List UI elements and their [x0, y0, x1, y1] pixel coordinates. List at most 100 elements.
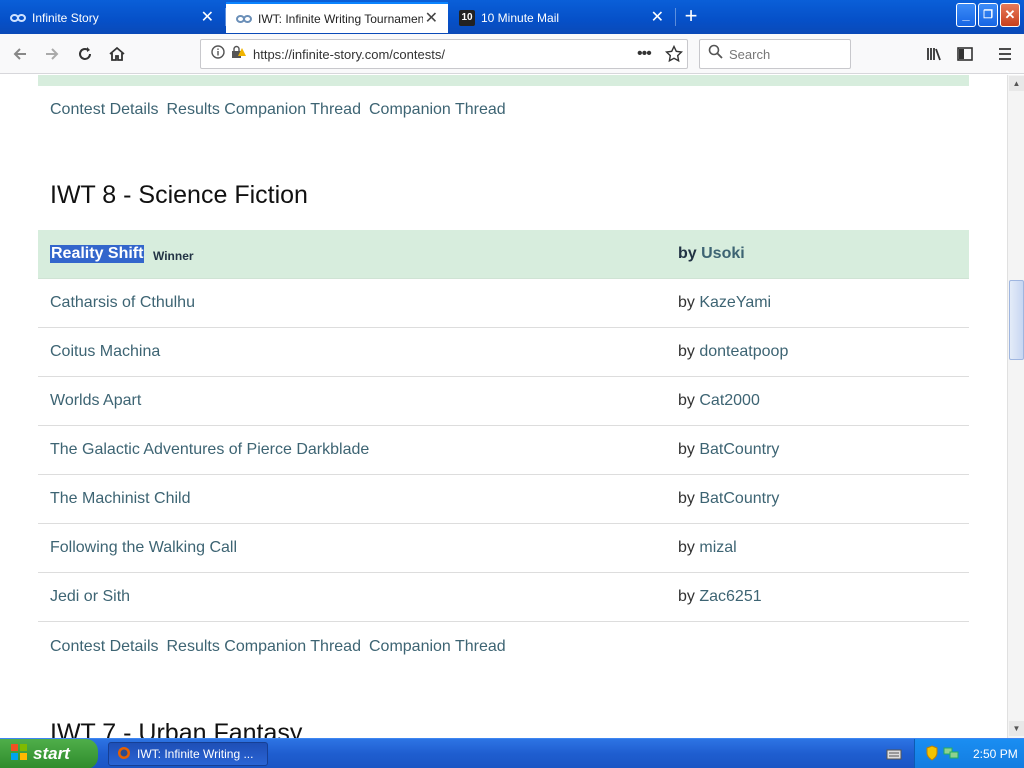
- 10-minute-mail-favicon: 10: [459, 9, 475, 26]
- table-row: Catharsis of Cthulhu by KazeYami: [38, 279, 969, 328]
- tab-title: Infinite Story: [32, 10, 99, 25]
- entry-title-link[interactable]: Worlds Apart: [50, 392, 141, 410]
- by-prefix: by: [678, 294, 695, 311]
- tab-infinite-story[interactable]: Infinite Story ✕: [0, 2, 224, 33]
- infinite-story-favicon: [10, 10, 26, 26]
- table-row: Reality Shift Winner by Usoki: [38, 230, 969, 279]
- close-window-icon[interactable]: ✕: [1000, 3, 1020, 27]
- library-icon[interactable]: [920, 40, 948, 68]
- sidebar-icon[interactable]: [951, 40, 979, 68]
- start-button[interactable]: start: [0, 739, 98, 768]
- by-prefix: by: [678, 539, 695, 556]
- tab-title: 10 Minute Mail: [481, 10, 560, 25]
- entry-author: by Cat2000: [678, 392, 760, 410]
- close-tab-icon[interactable]: ✕: [651, 9, 664, 26]
- url-bar[interactable]: https://infinite-story.com/contests/ •••: [200, 39, 688, 69]
- tab-separator: [675, 8, 676, 26]
- author-link[interactable]: BatCountry: [699, 441, 779, 458]
- taskbar: start IWT: Infinite Writing ... 2:50 PM: [0, 738, 1024, 768]
- bookmark-star-icon[interactable]: [664, 44, 684, 68]
- reload-icon[interactable]: [71, 40, 99, 68]
- back-icon[interactable]: [6, 40, 34, 68]
- hamburger-menu-icon[interactable]: [991, 40, 1019, 68]
- forward-icon[interactable]: [38, 40, 66, 68]
- table-row: Jedi or Sith by Zac6251: [38, 573, 969, 622]
- entry-title-link[interactable]: The Galactic Adventures of Pierce Darkbl…: [50, 441, 369, 459]
- url-text: https://infinite-story.com/contests/: [253, 46, 445, 62]
- by-prefix: by: [678, 245, 697, 262]
- entry-title-link[interactable]: Coitus Machina: [50, 343, 160, 361]
- companion-thread-link[interactable]: Companion Thread: [369, 101, 506, 119]
- navigation-toolbar: https://infinite-story.com/contests/ •••…: [0, 34, 1024, 74]
- entry-title-link[interactable]: Catharsis of Cthulhu: [50, 294, 195, 312]
- contest-details-link[interactable]: Contest Details: [50, 638, 159, 656]
- security-shield-icon[interactable]: [925, 744, 939, 764]
- close-tab-icon[interactable]: ✕: [201, 9, 214, 26]
- tab-10-minute-mail[interactable]: 10 10 Minute Mail ✕: [449, 2, 674, 33]
- scroll-down-arrow-icon[interactable]: ▼: [1009, 721, 1024, 736]
- author-link[interactable]: Usoki: [701, 245, 745, 262]
- entry-author: by BatCountry: [678, 441, 779, 459]
- table-row: The Galactic Adventures of Pierce Darkbl…: [38, 426, 969, 475]
- windows-logo-icon: [10, 743, 28, 766]
- system-tray: 2:50 PM: [914, 739, 1024, 768]
- entry-author: by Zac6251: [678, 588, 762, 606]
- scrollbar-thumb[interactable]: [1009, 280, 1024, 360]
- new-tab-icon[interactable]: +: [680, 5, 702, 28]
- by-prefix: by: [678, 441, 695, 458]
- table-row: The Machinist Child by BatCountry: [38, 475, 969, 524]
- table-row: Coitus Machina by donteatpoop: [38, 328, 969, 377]
- author-link[interactable]: donteatpoop: [699, 343, 788, 360]
- info-icon[interactable]: [211, 44, 225, 64]
- start-label: start: [33, 744, 70, 763]
- table-row: Worlds Apart by Cat2000: [38, 377, 969, 426]
- author-link[interactable]: mizal: [699, 539, 736, 556]
- contest-details-link[interactable]: Contest Details: [50, 101, 159, 119]
- by-prefix: by: [678, 588, 695, 605]
- entry-title-link[interactable]: Following the Walking Call: [50, 539, 237, 557]
- author-link[interactable]: KazeYami: [699, 294, 771, 311]
- restore-window-icon[interactable]: ❐: [978, 3, 998, 27]
- entry-author: by mizal: [678, 539, 737, 557]
- author-link[interactable]: Zac6251: [699, 588, 761, 605]
- entry-title-link[interactable]: The Machinist Child: [50, 490, 191, 508]
- vertical-scrollbar[interactable]: ▲ ▼: [1007, 75, 1024, 738]
- search-placeholder: Search: [729, 46, 771, 62]
- tab-bar: Infinite Story ✕ IWT: Infinite Writing T…: [0, 0, 1024, 34]
- clock[interactable]: 2:50 PM: [973, 747, 1018, 761]
- insecure-lock-icon[interactable]: [231, 45, 247, 64]
- section-title: IWT 8 - Science Fiction: [50, 181, 308, 209]
- by-prefix: by: [678, 392, 695, 409]
- entry-author: by BatCountry: [678, 490, 779, 508]
- entry-author: by donteatpoop: [678, 343, 788, 361]
- entry-title-link[interactable]: Reality Shift: [50, 245, 145, 263]
- entry-author: by KazeYami: [678, 294, 771, 312]
- firefox-icon: [117, 746, 131, 763]
- taskbar-firefox-window[interactable]: IWT: Infinite Writing ...: [108, 742, 268, 766]
- by-prefix: by: [678, 490, 695, 507]
- keyboard-icon[interactable]: [886, 747, 902, 766]
- search-icon: [708, 44, 723, 64]
- previous-contest-links: Contest Details Results Companion Thread…: [50, 101, 506, 119]
- tab-title: IWT: Infinite Writing Tournament -: [258, 11, 423, 26]
- network-icon[interactable]: [943, 746, 959, 763]
- table-row: Following the Walking Call by mizal: [38, 524, 969, 573]
- home-icon[interactable]: [103, 40, 131, 68]
- page-viewport: Contest Details Results Companion Thread…: [0, 75, 1007, 738]
- author-link[interactable]: Cat2000: [699, 392, 760, 409]
- minimize-window-icon[interactable]: _: [956, 3, 976, 27]
- entry-author: by Usoki: [678, 245, 745, 263]
- scroll-up-arrow-icon[interactable]: ▲: [1009, 76, 1024, 91]
- previous-winner-row: [38, 75, 969, 86]
- search-bar[interactable]: Search: [699, 39, 851, 69]
- tab-iwt[interactable]: IWT: Infinite Writing Tournament - ✕: [226, 2, 448, 33]
- entries-table: Reality Shift Winner by Usoki Catharsis …: [38, 230, 969, 622]
- close-tab-icon[interactable]: ✕: [425, 10, 438, 27]
- results-companion-thread-link[interactable]: Results Companion Thread: [167, 638, 361, 656]
- companion-thread-link[interactable]: Companion Thread: [369, 638, 506, 656]
- entry-title-link[interactable]: Jedi or Sith: [50, 588, 130, 606]
- author-link[interactable]: BatCountry: [699, 490, 779, 507]
- page-actions-icon[interactable]: •••: [637, 45, 652, 63]
- results-companion-thread-link[interactable]: Results Companion Thread: [167, 101, 361, 119]
- next-section-title: IWT 7 - Urban Fantasy: [50, 719, 303, 738]
